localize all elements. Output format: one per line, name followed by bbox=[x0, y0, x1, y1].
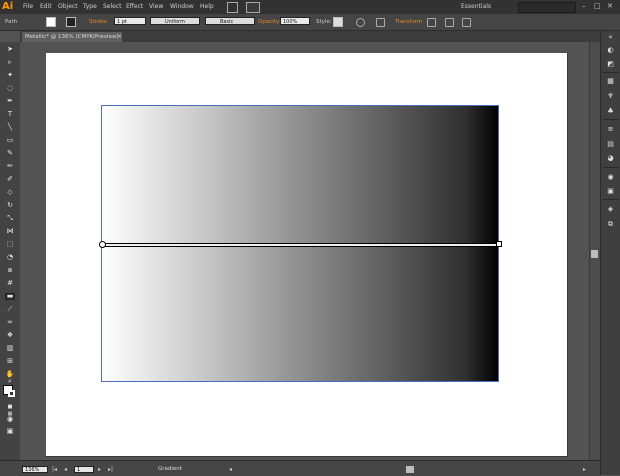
scale-icon[interactable]: ⤡ bbox=[5, 215, 15, 222]
maximize-button[interactable]: □ bbox=[594, 2, 601, 10]
panel-divider bbox=[603, 119, 618, 120]
magic-wand-icon[interactable]: ✦ bbox=[5, 72, 15, 79]
gradient-panel-icon[interactable]: ▤ bbox=[606, 140, 615, 148]
next-artboard-icon[interactable]: ▸ bbox=[98, 466, 101, 473]
graphic-style-swatch[interactable] bbox=[333, 17, 343, 27]
free-transform-icon[interactable]: ⬚ bbox=[5, 241, 15, 248]
brush-definition-dropdown[interactable]: Basic bbox=[205, 17, 255, 25]
direct-selection-icon[interactable]: ▹ bbox=[5, 59, 15, 66]
width-icon[interactable]: ⋈ bbox=[5, 228, 15, 235]
variable-width-profile-dropdown[interactable]: Uniform bbox=[150, 17, 200, 25]
panel-divider bbox=[603, 199, 618, 200]
rotate-icon[interactable]: ↻ bbox=[5, 202, 15, 209]
arrange-documents-button[interactable] bbox=[246, 2, 260, 13]
scroll-right-icon[interactable]: ▸ bbox=[583, 466, 586, 473]
gradient-origin-handle[interactable] bbox=[99, 241, 106, 248]
menu-type[interactable]: Type bbox=[83, 3, 97, 10]
rectangle-icon[interactable]: ▭ bbox=[5, 137, 15, 144]
fill-swatch[interactable] bbox=[46, 17, 56, 27]
align-icon[interactable] bbox=[376, 18, 385, 27]
symbol-sprayer-icon[interactable]: ❖ bbox=[5, 332, 15, 339]
artboards-icon[interactable]: ⧉ bbox=[606, 220, 615, 228]
minimize-button[interactable]: – bbox=[582, 2, 586, 10]
swatches-icon[interactable]: ▦ bbox=[606, 77, 615, 85]
menu-help[interactable]: Help bbox=[200, 3, 214, 10]
close-window-button[interactable]: ✕ bbox=[607, 2, 613, 10]
horizontal-scroll-thumb[interactable] bbox=[406, 466, 414, 473]
zoom-level-field[interactable]: 136% bbox=[22, 466, 48, 473]
stroke-weight-field[interactable]: 1 pt bbox=[114, 17, 146, 25]
blob-brush-icon[interactable]: ✐ bbox=[5, 176, 15, 183]
gradient-icon[interactable]: ▬ bbox=[5, 293, 15, 300]
menu-view[interactable]: View bbox=[149, 3, 163, 10]
menu-effect[interactable]: Effect bbox=[126, 3, 143, 10]
panel-divider bbox=[603, 167, 618, 168]
layers-icon[interactable]: ◈ bbox=[606, 205, 615, 213]
symbols-icon[interactable]: ♣ bbox=[606, 107, 615, 115]
menu-object[interactable]: Object bbox=[58, 3, 78, 10]
collapse-panels-icon[interactable]: « bbox=[606, 33, 615, 41]
graphic-styles-icon[interactable]: ▣ bbox=[606, 187, 615, 195]
document-tab[interactable]: Metallic* @ 136% (CMYK/Preview) bbox=[22, 32, 122, 42]
previous-artboard-icon[interactable]: ◂ bbox=[64, 466, 67, 473]
gradient-annotator-bar[interactable] bbox=[101, 243, 499, 247]
scroll-left-icon[interactable]: ◂ bbox=[229, 466, 232, 473]
first-artboard-icon[interactable]: |◂ bbox=[52, 466, 57, 473]
transparency-icon[interactable]: ◕ bbox=[606, 154, 615, 162]
stroke-swatch[interactable] bbox=[66, 17, 76, 27]
isolate-icon[interactable] bbox=[427, 18, 436, 27]
current-tool-status: Gradient bbox=[158, 466, 182, 472]
brushes-icon[interactable]: ♆ bbox=[606, 92, 615, 100]
type-icon[interactable]: T bbox=[5, 111, 15, 118]
blend-icon[interactable]: ∞ bbox=[5, 319, 15, 326]
screen-mode-icon[interactable]: ▣ bbox=[5, 428, 15, 435]
last-artboard-icon[interactable]: ▸| bbox=[108, 466, 113, 473]
eyedropper-icon[interactable]: ⟋ bbox=[5, 306, 15, 313]
vertical-scroll-thumb[interactable] bbox=[591, 250, 598, 258]
lasso-icon[interactable]: ◌ bbox=[5, 85, 15, 92]
illustrator-logo: Ai bbox=[2, 1, 14, 12]
panel-divider bbox=[603, 72, 618, 73]
panel-menu-icon[interactable] bbox=[462, 18, 471, 27]
perspective-grid-icon[interactable]: ⧈ bbox=[5, 267, 15, 274]
opacity-field[interactable]: 100% bbox=[280, 17, 310, 25]
selection-icon[interactable]: ➤ bbox=[5, 46, 15, 53]
stroke-label[interactable]: Stroke: bbox=[89, 19, 108, 25]
shape-builder-icon[interactable]: ◔ bbox=[5, 254, 15, 261]
workspace-switcher[interactable]: Essentials bbox=[461, 3, 491, 10]
drawing-mode-icon[interactable]: ◉ bbox=[5, 416, 15, 423]
stroke-icon[interactable]: ≡ bbox=[606, 125, 615, 133]
menu-select[interactable]: Select bbox=[103, 3, 122, 10]
color-guide-icon[interactable]: ◩ bbox=[606, 60, 615, 68]
mesh-icon[interactable]: # bbox=[5, 280, 15, 287]
recolor-artwork-icon[interactable] bbox=[356, 18, 365, 27]
pen-icon[interactable]: ✒ bbox=[5, 98, 15, 105]
artboard-number-field[interactable]: 1 bbox=[74, 466, 94, 473]
menu-file[interactable]: File bbox=[23, 3, 33, 10]
stroke-color-box[interactable] bbox=[8, 390, 15, 397]
menu-edit[interactable]: Edit bbox=[40, 3, 52, 10]
bridge-button[interactable] bbox=[227, 2, 238, 13]
pencil-icon[interactable]: ✏ bbox=[5, 163, 15, 170]
paintbrush-icon[interactable]: ✎ bbox=[5, 150, 15, 157]
close-tab-icon[interactable]: × bbox=[117, 33, 122, 40]
artboard-icon[interactable]: ⊞ bbox=[5, 358, 15, 365]
column-graph-icon[interactable]: ▥ bbox=[5, 345, 15, 352]
select-similar-icon[interactable] bbox=[445, 18, 454, 27]
opacity-label[interactable]: Opacity: bbox=[258, 19, 281, 25]
transform-label[interactable]: Transform bbox=[395, 19, 422, 25]
style-label: Style: bbox=[316, 19, 332, 25]
search-input[interactable] bbox=[518, 2, 576, 13]
selection-type-label: Path bbox=[5, 19, 18, 25]
gradient-end-handle[interactable] bbox=[496, 241, 502, 247]
line-segment-icon[interactable]: ╲ bbox=[5, 124, 15, 131]
menu-window[interactable]: Window bbox=[170, 3, 194, 10]
color-icon[interactable]: ◐ bbox=[606, 46, 615, 54]
zoom-icon[interactable]: ⌕ bbox=[5, 378, 15, 385]
color-mode-icon[interactable]: ■ ▦ ⊘ bbox=[5, 404, 15, 424]
eraser-icon[interactable]: ◇ bbox=[5, 189, 15, 196]
appearance-icon[interactable]: ◉ bbox=[606, 173, 615, 181]
